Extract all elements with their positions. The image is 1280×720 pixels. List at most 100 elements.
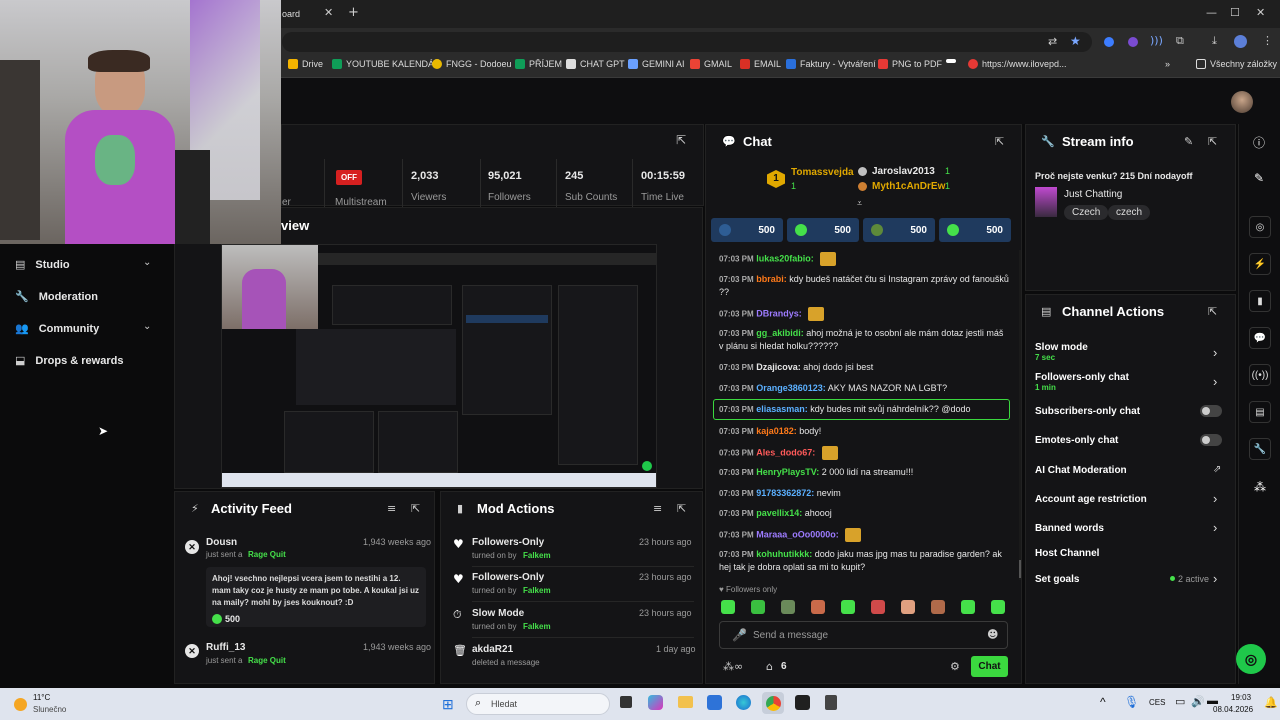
chat-username[interactable]: DBrandys:	[756, 308, 802, 318]
chat-username[interactable]: Ales_dodo67:	[756, 447, 815, 457]
emote-icon[interactable]	[901, 600, 915, 614]
set-goals-row[interactable]: Set goals	[1035, 574, 1079, 585]
tab-title[interactable]: oard	[282, 9, 300, 19]
popout-icon[interactable]: ⇱	[411, 502, 420, 515]
subscribers-only-toggle[interactable]	[1200, 405, 1222, 417]
bookmark-item[interactable]: Všechny záložky	[1196, 59, 1277, 69]
bookmark-item[interactable]: EMAIL	[740, 59, 781, 69]
chat-message[interactable]: 07:03 PM bbrabi: kdy budeš natáčet čtu s…	[719, 273, 1009, 299]
popout-icon[interactable]: ⇱	[677, 502, 686, 515]
translate-icon[interactable]: ⇄	[1048, 35, 1057, 48]
sidebar-item-moderation[interactable]: 🔧 Moderation	[15, 290, 98, 303]
chat-username[interactable]: eliasasman:	[756, 404, 808, 414]
bookmark-item[interactable]	[946, 59, 956, 63]
chat-username[interactable]: gg_akibidi:	[756, 328, 804, 338]
emote-icon[interactable]	[751, 600, 765, 614]
chevron-right-icon[interactable]: ›	[1213, 520, 1217, 535]
chat-message[interactable]: 07:03 PM gg_akibidi: ahoj možná je to os…	[719, 327, 1009, 353]
language-indicator[interactable]: CES	[1149, 698, 1165, 707]
weather-temp[interactable]: 11°C	[33, 693, 50, 702]
taskbar-search[interactable]: ⌕ Hledat	[466, 693, 610, 715]
chat-username[interactable]: 91783362872:	[756, 488, 814, 498]
channel-points-icon[interactable]: ⁂∞	[723, 660, 743, 673]
maximize-icon[interactable]: ☐	[1230, 6, 1240, 19]
chat-message[interactable]: 07:03 PM kohuhutikkk: dodo jaku mas jpg …	[719, 548, 1009, 574]
chat-username[interactable]: pavellix14:	[756, 508, 802, 518]
menu-kebab-icon[interactable]: ⋮	[1262, 34, 1273, 47]
url-field[interactable]	[282, 32, 1092, 52]
leader-name[interactable]: Myth1cAnDrEw	[872, 181, 945, 192]
emote-icon[interactable]	[931, 600, 945, 614]
emoji-icon[interactable]: ☻	[987, 628, 998, 641]
windows-start-icon[interactable]: ⊞	[442, 696, 454, 713]
more-bookmarks-icon[interactable]: »	[1165, 59, 1170, 69]
edit-pencil-icon[interactable]: ✎	[1254, 171, 1264, 185]
emote-icon[interactable]	[871, 600, 885, 614]
info-icon[interactable]: ⓘ	[1253, 134, 1265, 151]
sidebar-item-studio[interactable]: ▤ Studio	[15, 258, 70, 271]
chat-username[interactable]: kaja0182:	[756, 426, 797, 436]
bookmark-item[interactable]: Faktury - Vytváření	[786, 59, 876, 69]
filter-icon[interactable]: ≡	[653, 502, 662, 515]
popout-icon[interactable]: ⇱	[676, 133, 686, 147]
external-link-icon[interactable]: ⇗	[1213, 464, 1221, 475]
new-tab-icon[interactable]: +	[348, 5, 359, 20]
popout-icon[interactable]: ⇱	[995, 135, 1004, 148]
support-chat-button[interactable]: ◎	[1236, 644, 1266, 674]
collapse-icon[interactable]: ⩡	[857, 199, 862, 209]
chat-message-highlighted[interactable]: 07:03 PM eliasasman: kdy budes mit svůj …	[713, 399, 1010, 420]
emote-icon[interactable]	[991, 600, 1005, 614]
audio-icon[interactable]: )))	[1150, 34, 1163, 47]
popout-icon[interactable]: ⇱	[1208, 305, 1217, 318]
chevron-right-icon[interactable]: ›	[1213, 374, 1217, 389]
bookmark-item[interactable]: FNGG - Dodoeu	[432, 59, 512, 69]
chat-message[interactable]: 07:03 PM DBrandys:	[719, 307, 1009, 321]
extension-icon[interactable]	[1104, 37, 1114, 47]
chat-username[interactable]: Orange3860123:	[756, 383, 826, 393]
chat-username[interactable]: lukas20fabio:	[756, 253, 814, 263]
file-explorer-icon[interactable]	[678, 696, 693, 708]
chevron-right-icon[interactable]: ›	[1213, 571, 1217, 586]
emote-icon[interactable]	[961, 600, 975, 614]
chevron-down-icon[interactable]: ⌄	[143, 257, 151, 268]
user-avatar[interactable]	[1231, 91, 1253, 113]
popout-icon[interactable]: ⇱	[1208, 135, 1217, 148]
sidebar-item-drops[interactable]: ⬓ Drops & rewards	[15, 354, 123, 367]
mod-action-by[interactable]: Falkem	[523, 622, 551, 631]
account-age-row[interactable]: Account age restriction	[1035, 494, 1147, 505]
extension-icon[interactable]	[1128, 37, 1138, 47]
activity-user[interactable]: Ruffi_13	[206, 642, 245, 653]
tab-close-icon[interactable]: ✕	[324, 6, 333, 19]
chevron-right-icon[interactable]: ›	[1213, 345, 1217, 360]
microphone-icon[interactable]: 🎤	[732, 628, 747, 642]
channel-points-icon[interactable]: ⁂	[1254, 480, 1266, 494]
lightning-icon[interactable]: ⚡	[1249, 253, 1271, 275]
extensions-puzzle-icon[interactable]: ⧉	[1176, 34, 1184, 48]
chat-message[interactable]: 07:03 PM HenryPlaysTV: 2 000 lidí na str…	[719, 466, 1009, 479]
slow-mode-row[interactable]: Slow mode 7 sec	[1035, 342, 1088, 362]
bookmark-item[interactable]: PNG to PDF	[878, 59, 942, 69]
chevron-up-icon[interactable]: ^	[1100, 695, 1106, 709]
terminal-icon[interactable]	[795, 695, 810, 710]
ai-moderation-row[interactable]: AI Chat Moderation	[1035, 465, 1127, 476]
chat-message[interactable]: 07:03 PM Dzajicova: ahoj dodo jsi best	[719, 361, 1009, 374]
broadcast-icon[interactable]: ((•))	[1249, 364, 1271, 386]
bookmark-item[interactable]: YOUTUBE KALENDÁŘ	[332, 59, 441, 69]
bookmark-item[interactable]: CHAT GPT	[566, 59, 625, 69]
display-icon[interactable]: ▭	[1175, 695, 1185, 708]
chevron-right-icon[interactable]: ›	[1213, 491, 1217, 506]
chat-message[interactable]: 07:03 PM lukas20fabio:	[719, 252, 1009, 266]
edge-icon[interactable]	[736, 695, 751, 710]
chat-username[interactable]: bbrabi:	[756, 274, 787, 284]
mod-action-by[interactable]: Falkem	[523, 551, 551, 560]
chat-input-field[interactable]: 🎤 Send a message ☻	[719, 621, 1008, 649]
chat-message[interactable]: 07:03 PM kaja0182: body!	[719, 425, 1009, 438]
calculator-icon[interactable]	[825, 695, 837, 710]
task-view-icon[interactable]	[620, 696, 632, 708]
bookmark-item[interactable]: Drive	[288, 59, 323, 69]
chat-username[interactable]: Maraaa_oOo0000o:	[756, 529, 839, 539]
chat-message[interactable]: 07:03 PM Maraaa_oOo0000o:	[719, 528, 1009, 542]
chevron-down-icon[interactable]: ⌄	[143, 321, 151, 332]
clipboard-icon[interactable]: ▮	[1249, 290, 1271, 312]
profile-avatar[interactable]	[1234, 35, 1247, 48]
